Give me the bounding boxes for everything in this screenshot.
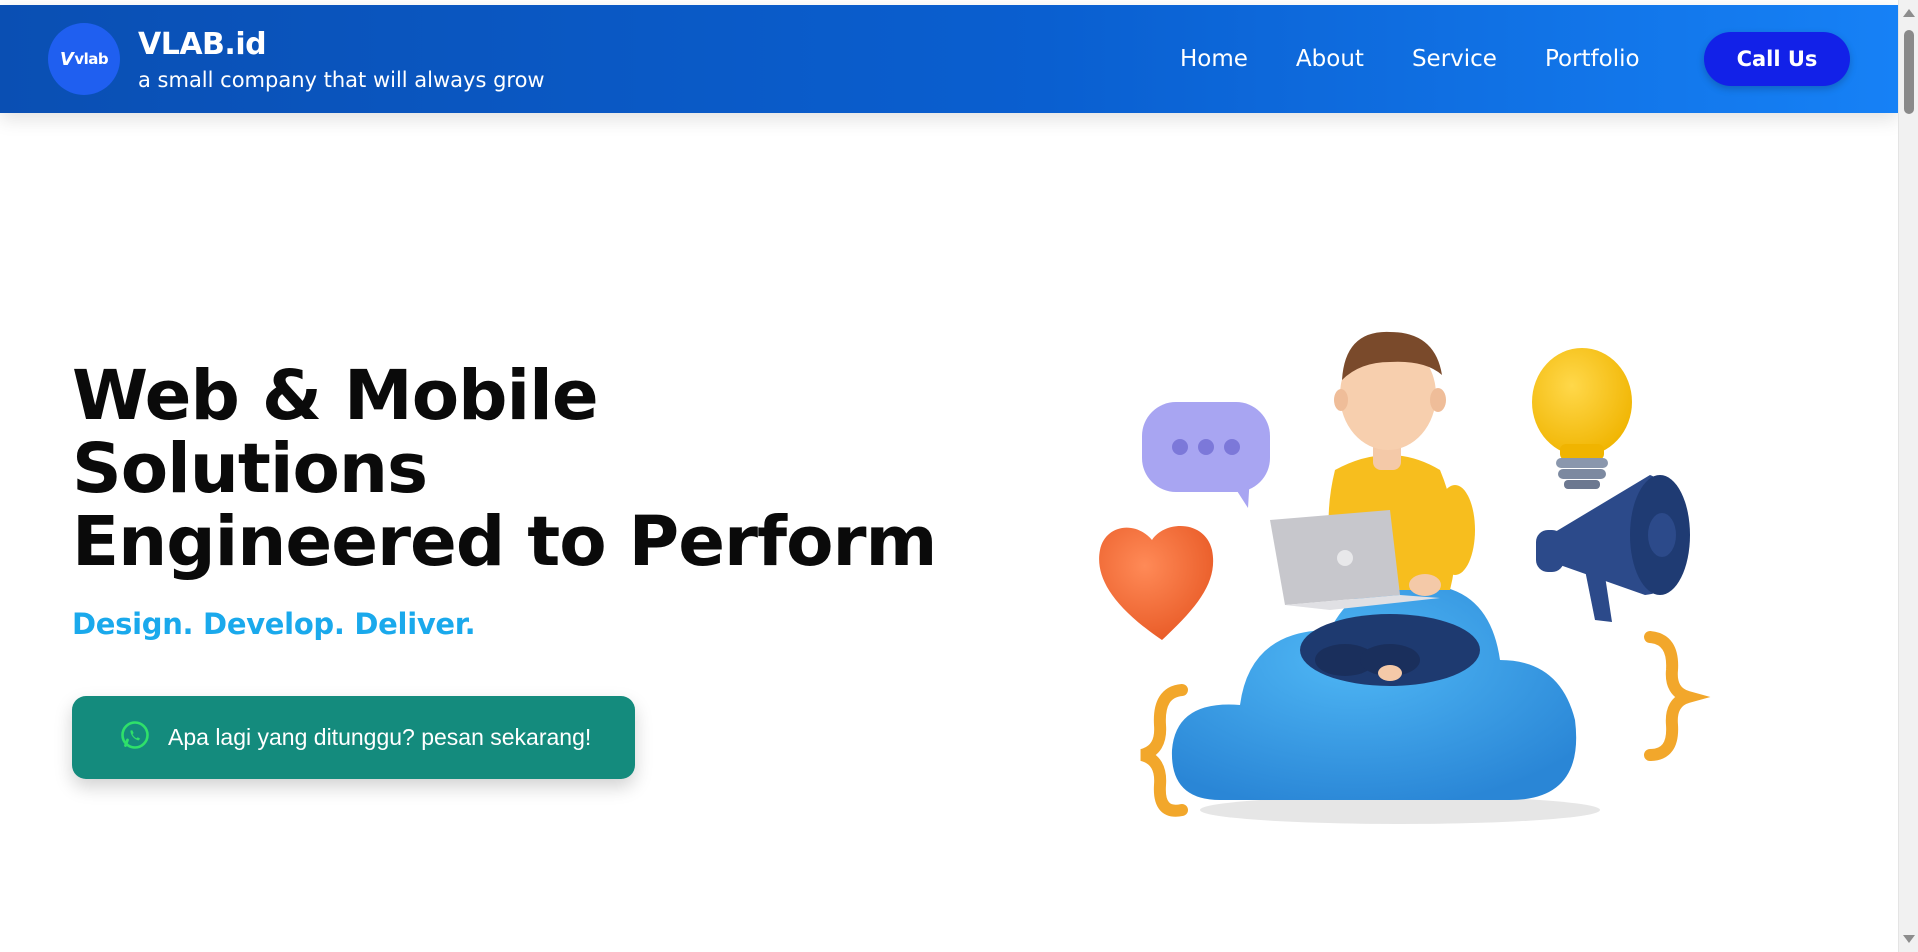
cloud-shadow: [1200, 796, 1600, 824]
chat-bubble-icon: [1142, 402, 1270, 508]
hero-title-line-2: Solutions: [72, 429, 428, 509]
hero-illustration: [1090, 330, 1730, 830]
logo-v-mark: V: [59, 48, 74, 70]
scroll-thumb[interactable]: [1904, 30, 1914, 114]
hero-title-line-1: Web & Mobile: [72, 356, 599, 436]
whatsapp-icon: [118, 719, 152, 757]
nav-link-home[interactable]: Home: [1180, 46, 1248, 72]
page: V vlab VLAB.id a small company that will…: [0, 0, 1918, 952]
logo-text: vlab: [74, 50, 109, 68]
page-scrollbar[interactable]: [1898, 0, 1918, 952]
hero-subtitle: Design. Develop. Deliver.: [72, 607, 476, 641]
heart-icon: [1099, 526, 1214, 640]
scroll-down-arrow-icon[interactable]: [1903, 935, 1915, 943]
scroll-up-arrow-icon[interactable]: [1903, 9, 1915, 17]
brand-logo[interactable]: V vlab: [48, 23, 120, 95]
order-now-label: Apa lagi yang ditunggu? pesan sekarang!: [168, 724, 592, 750]
hero-title-line-3: Engineered to Perform: [72, 502, 937, 582]
brand-title[interactable]: VLAB.id: [138, 27, 267, 62]
navbar: V vlab VLAB.id a small company that will…: [0, 5, 1898, 113]
hero-title: Web & Mobile Solutions Engineered to Per…: [72, 356, 937, 582]
megaphone-icon: [1536, 475, 1690, 622]
nav-link-about[interactable]: About: [1296, 46, 1364, 72]
brand-tagline: a small company that will always grow: [138, 68, 545, 92]
nav-link-service[interactable]: Service: [1412, 46, 1497, 72]
call-us-button[interactable]: Call Us: [1704, 32, 1850, 86]
nav-menu: Home About Service Portfolio: [1180, 5, 1640, 113]
lightbulb-icon: [1532, 348, 1632, 489]
order-now-button[interactable]: Apa lagi yang ditunggu? pesan sekarang!: [72, 696, 635, 779]
nav-link-portfolio[interactable]: Portfolio: [1545, 46, 1640, 72]
